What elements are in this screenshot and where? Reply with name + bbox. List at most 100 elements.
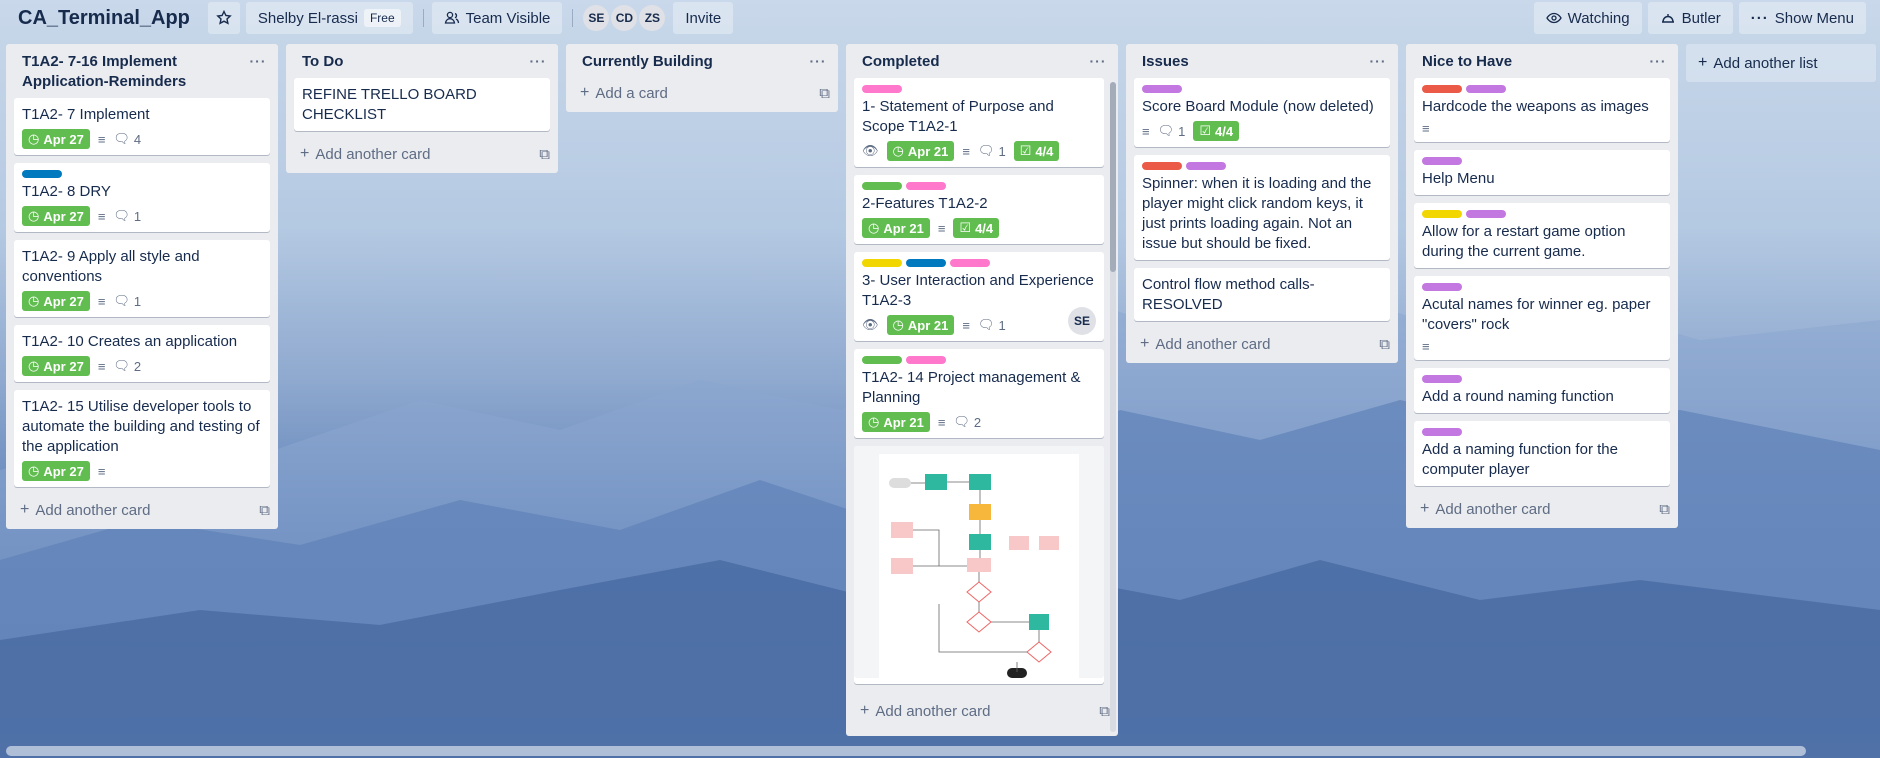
- avatar[interactable]: CD: [611, 5, 638, 31]
- list-title[interactable]: To Do: [302, 52, 526, 72]
- label-yellow[interactable]: [862, 259, 902, 267]
- list-menu-icon[interactable]: ···: [1646, 52, 1670, 70]
- image-card[interactable]: [854, 446, 1104, 684]
- label-purple[interactable]: [1422, 375, 1462, 383]
- list-menu-icon[interactable]: ···: [246, 52, 270, 70]
- due-date-badge[interactable]: ◷ Apr 27: [22, 129, 90, 149]
- clock-icon: ◷: [28, 358, 40, 373]
- label-purple[interactable]: [1186, 162, 1226, 170]
- card[interactable]: Hardcode the weapons as images ≡: [1414, 78, 1670, 142]
- butler-button[interactable]: Butler: [1647, 2, 1733, 34]
- label-red[interactable]: [1142, 162, 1182, 170]
- card[interactable]: Add a naming function for the computer p…: [1414, 421, 1670, 486]
- add-card-button[interactable]: + Add another card ⧉: [6, 495, 278, 525]
- card[interactable]: 2-Features T1A2-2 ◷ Apr 21 ≡ ☑ 4/4: [854, 175, 1104, 244]
- clock-icon: ◷: [28, 463, 40, 478]
- card-template-icon[interactable]: ⧉: [1659, 501, 1670, 518]
- list-menu-icon[interactable]: ···: [806, 52, 830, 70]
- card[interactable]: Spinner: when it is loading and the play…: [1134, 155, 1390, 260]
- card[interactable]: Add a round naming function: [1414, 368, 1670, 413]
- card-list: Score Board Module (now deleted) ≡ 🗨 1 ☑ 4…: [1126, 78, 1398, 321]
- card[interactable]: REFINE TRELLO BOARD CHECKLIST: [294, 78, 550, 131]
- add-card-button[interactable]: + Add another card ⧉: [846, 696, 1118, 726]
- label-green[interactable]: [862, 182, 902, 190]
- label-purple[interactable]: [1142, 85, 1182, 93]
- list-title[interactable]: Currently Building: [582, 52, 806, 72]
- due-date-badge[interactable]: ◷ Apr 21: [886, 141, 955, 161]
- star-button[interactable]: [207, 2, 240, 34]
- due-date-badge[interactable]: ◷ Apr 27: [22, 356, 90, 376]
- card-template-icon[interactable]: ⧉: [259, 502, 270, 519]
- card[interactable]: T1A2- 8 DRY ◷ Apr 27 ≡ 🗨 1: [14, 163, 270, 232]
- label-blue[interactable]: [22, 170, 62, 178]
- label-red[interactable]: [1422, 85, 1462, 93]
- due-date: Apr 27: [43, 463, 84, 479]
- board-horizontal-scrollbar[interactable]: [0, 746, 1880, 758]
- list-title[interactable]: Nice to Have: [1422, 52, 1646, 72]
- card[interactable]: Score Board Module (now deleted) ≡ 🗨 1 ☑ 4…: [1134, 78, 1390, 147]
- label-pink[interactable]: [950, 259, 990, 267]
- list-title[interactable]: Issues: [1142, 52, 1366, 72]
- avatar[interactable]: SE: [583, 5, 610, 31]
- card[interactable]: 1- Statement of Purpose and Scope T1A2-1…: [854, 78, 1104, 167]
- add-list-label: Add another list: [1713, 54, 1818, 72]
- card-member-avatar[interactable]: SE: [1068, 307, 1096, 335]
- show-menu-button[interactable]: ··· Show Menu: [1738, 2, 1866, 34]
- label-pink[interactable]: [906, 356, 946, 364]
- due-date-badge[interactable]: ◷ Apr 21: [862, 412, 930, 432]
- card-template-icon[interactable]: ⧉: [539, 146, 550, 163]
- card[interactable]: 3- User Interaction and Experience T1A2-…: [854, 252, 1104, 341]
- due-date-badge[interactable]: ◷ Apr 21: [862, 218, 930, 238]
- add-card-button[interactable]: + Add another card ⧉: [1126, 329, 1398, 359]
- card[interactable]: T1A2- 9 Apply all style and conventions …: [14, 240, 270, 317]
- label-purple[interactable]: [1422, 428, 1462, 436]
- invite-button[interactable]: Invite: [673, 2, 734, 34]
- watching-button[interactable]: Watching: [1533, 2, 1642, 34]
- label-purple[interactable]: [1466, 85, 1506, 93]
- list-title[interactable]: Completed: [862, 52, 1086, 72]
- label-blue[interactable]: [906, 259, 946, 267]
- due-date-badge[interactable]: ◷ Apr 27: [22, 291, 90, 311]
- list-menu-icon[interactable]: ···: [1086, 52, 1110, 70]
- card[interactable]: Acutal names for winner eg. paper "cover…: [1414, 276, 1670, 360]
- list-menu-icon[interactable]: ···: [526, 52, 550, 70]
- card-title: REFINE TRELLO BOARD CHECKLIST: [302, 86, 477, 123]
- label-purple[interactable]: [1422, 283, 1462, 291]
- due-date-badge[interactable]: ◷ Apr 27: [22, 461, 90, 481]
- add-card-button[interactable]: + Add another card ⧉: [286, 139, 558, 169]
- list-menu-icon[interactable]: ···: [1366, 52, 1390, 70]
- add-card-button[interactable]: + Add another card ⧉: [1406, 494, 1678, 524]
- list-scrollbar[interactable]: [1110, 82, 1116, 732]
- label-yellow[interactable]: [1422, 210, 1462, 218]
- list-issues: Issues ··· Score Board Module (now delet…: [1126, 44, 1398, 363]
- card[interactable]: T1A2- 15 Utilise developer tools to auto…: [14, 390, 270, 487]
- board-title[interactable]: CA_Terminal_App: [10, 7, 198, 30]
- card[interactable]: T1A2- 10 Creates an application ◷ Apr 27 …: [14, 325, 270, 382]
- card-template-icon[interactable]: ⧉: [1099, 703, 1110, 720]
- avatar[interactable]: ZS: [639, 5, 666, 31]
- workspace-name: Shelby El-rassi: [257, 9, 358, 27]
- card[interactable]: Control flow method calls- RESOLVED: [1134, 268, 1390, 321]
- card[interactable]: Help Menu: [1414, 150, 1670, 195]
- label-green[interactable]: [862, 356, 902, 364]
- card-labels: [862, 356, 1096, 364]
- due-date-badge[interactable]: ◷ Apr 27: [22, 206, 90, 226]
- card[interactable]: T1A2- 7 Implement ◷ Apr 27 ≡ 🗨 4: [14, 98, 270, 155]
- label-pink[interactable]: [862, 85, 902, 93]
- comments-badge: 🗨 1: [978, 143, 1006, 159]
- visibility-button[interactable]: Team Visible: [431, 2, 563, 34]
- card[interactable]: Allow for a restart game option during t…: [1414, 203, 1670, 268]
- due-date-badge[interactable]: ◷ Apr 21: [886, 315, 955, 335]
- label-purple[interactable]: [1422, 157, 1462, 165]
- card-template-icon[interactable]: ⧉: [819, 85, 830, 102]
- member-avatars: SE CD ZS: [583, 5, 666, 31]
- workspace-button[interactable]: Shelby El-rassi Free: [245, 2, 413, 34]
- label-purple[interactable]: [1466, 210, 1506, 218]
- card-template-icon[interactable]: ⧉: [1379, 336, 1390, 353]
- add-card-button[interactable]: + Add a card ⧉: [566, 78, 838, 108]
- add-list-button[interactable]: + Add another list: [1686, 44, 1876, 82]
- label-pink[interactable]: [906, 182, 946, 190]
- scrollbar-thumb[interactable]: [6, 746, 1806, 756]
- list-title[interactable]: T1A2- 7-16 Implement Application-Reminde…: [22, 52, 246, 92]
- card[interactable]: T1A2- 14 Project management & Planning ◷…: [854, 349, 1104, 438]
